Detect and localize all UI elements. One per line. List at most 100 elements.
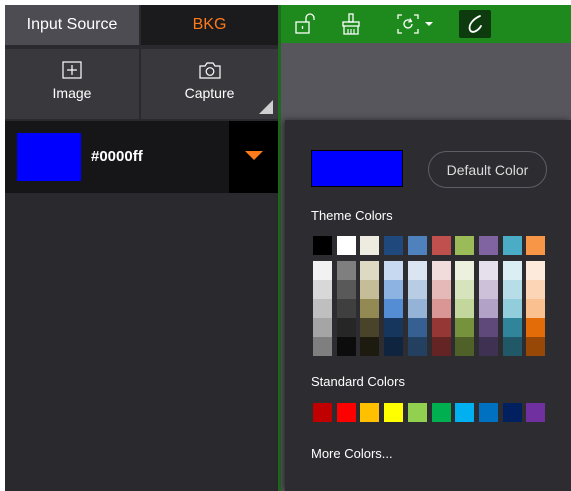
theme-shade-swatch[interactable] [526,318,546,337]
theme-shade-swatch[interactable] [502,337,522,356]
theme-shade-swatch[interactable] [360,318,380,337]
image-button-label: Image [52,85,92,101]
theme-shade-swatch[interactable] [431,261,451,280]
standard-color-swatch[interactable] [431,403,451,422]
theme-shade-swatch[interactable] [336,261,356,280]
theme-shade-swatch[interactable] [407,261,427,280]
theme-shade-swatch[interactable] [502,299,522,318]
theme-shade-swatch[interactable] [526,337,546,356]
theme-color-swatch[interactable] [431,236,451,255]
top-toolbar [281,5,571,43]
theme-shade-swatch[interactable] [336,318,356,337]
theme-shade-swatch[interactable] [478,261,498,280]
background-color-row: #0000ff [5,121,278,193]
theme-shade-swatch[interactable] [526,280,546,299]
theme-shade-swatch[interactable] [431,337,451,356]
tab-input-source[interactable]: Input Source [5,5,139,45]
rotate-options-button[interactable] [423,10,435,38]
theme-color-swatch[interactable] [455,236,475,255]
standard-color-swatch[interactable] [336,403,356,422]
theme-shade-swatch[interactable] [313,299,332,318]
theme-shade-swatch[interactable] [455,261,475,280]
theme-shade-swatch[interactable] [407,299,427,318]
theme-shade-swatch[interactable] [502,261,522,280]
color-hex-value: #0000ff [91,148,143,165]
theme-shade-swatch[interactable] [407,337,427,356]
standard-colors-heading: Standard Colors [311,374,405,389]
theme-shade-swatch[interactable] [455,337,475,356]
curve-tool-icon [468,15,482,33]
theme-shade-swatch[interactable] [336,337,356,356]
current-color-swatch[interactable] [17,133,81,181]
selected-color-preview [311,150,403,187]
expand-corner-icon[interactable] [259,100,273,114]
theme-color-swatch[interactable] [526,236,546,255]
standard-color-swatch[interactable] [526,403,546,422]
standard-color-swatch[interactable] [384,403,404,422]
theme-shade-swatch[interactable] [502,318,522,337]
theme-shade-swatch[interactable] [384,280,404,299]
theme-shade-swatch[interactable] [407,318,427,337]
theme-shade-swatch[interactable] [384,299,404,318]
theme-shade-swatch[interactable] [431,318,451,337]
default-color-button[interactable]: Default Color [428,151,547,188]
theme-color-swatch[interactable] [478,236,498,255]
theme-shade-swatch[interactable] [313,318,332,337]
camera-icon [198,62,221,79]
color-picker-popup: Default Color Theme Colors Standard Colo… [285,120,571,491]
left-panel: Input Source BKG Image Capture #0000ff [5,5,278,491]
theme-shade-swatch[interactable] [502,280,522,299]
theme-color-swatch[interactable] [360,236,380,255]
theme-shade-swatch[interactable] [455,318,475,337]
standard-color-swatch[interactable] [455,403,475,422]
theme-shade-swatch[interactable] [313,337,332,356]
theme-colors-heading: Theme Colors [311,208,393,223]
tab-bkg[interactable]: BKG [141,5,278,45]
add-image-icon [62,61,82,79]
unlock-button[interactable] [291,10,319,38]
theme-shade-swatch[interactable] [478,318,498,337]
capture-button[interactable]: Capture [141,49,278,119]
theme-shade-swatch[interactable] [360,261,380,280]
triangle-down-icon [245,151,263,160]
color-dropdown-button[interactable] [229,121,278,193]
image-button[interactable]: Image [5,49,139,119]
standard-color-swatch[interactable] [360,403,380,422]
theme-shade-swatch[interactable] [313,261,332,280]
theme-color-swatch[interactable] [407,236,427,255]
theme-shade-swatch[interactable] [455,280,475,299]
theme-shade-swatch[interactable] [384,337,404,356]
theme-shade-swatch[interactable] [478,337,498,356]
theme-color-swatch[interactable] [502,236,522,255]
theme-color-swatch[interactable] [336,236,356,255]
unlock-icon [295,13,315,34]
caret-down-icon [425,22,433,26]
theme-shade-swatch[interactable] [360,280,380,299]
theme-shade-swatch[interactable] [336,299,356,318]
standard-color-swatch[interactable] [407,403,427,422]
theme-shade-swatch[interactable] [407,280,427,299]
theme-shade-swatch[interactable] [313,280,332,299]
theme-shade-swatch[interactable] [526,299,546,318]
theme-color-swatch[interactable] [384,236,404,255]
standard-color-swatch[interactable] [313,403,332,422]
rotate-icon [397,14,419,34]
brush-button[interactable] [337,10,365,38]
theme-shade-swatch[interactable] [431,299,451,318]
theme-shade-swatch[interactable] [360,337,380,356]
theme-shade-swatch[interactable] [384,318,404,337]
theme-shade-swatch[interactable] [384,261,404,280]
theme-shade-swatch[interactable] [478,280,498,299]
theme-shade-swatch[interactable] [360,299,380,318]
more-colors-link[interactable]: More Colors... [311,446,393,461]
theme-shade-swatch[interactable] [526,261,546,280]
standard-color-swatch[interactable] [478,403,498,422]
theme-shade-swatch[interactable] [455,299,475,318]
curve-tool-button[interactable] [459,10,491,38]
rotate-button[interactable] [393,10,423,38]
theme-shade-swatch[interactable] [431,280,451,299]
theme-color-swatch[interactable] [313,236,332,255]
standard-color-swatch[interactable] [502,403,522,422]
theme-shade-swatch[interactable] [478,299,498,318]
theme-shade-swatch[interactable] [336,280,356,299]
